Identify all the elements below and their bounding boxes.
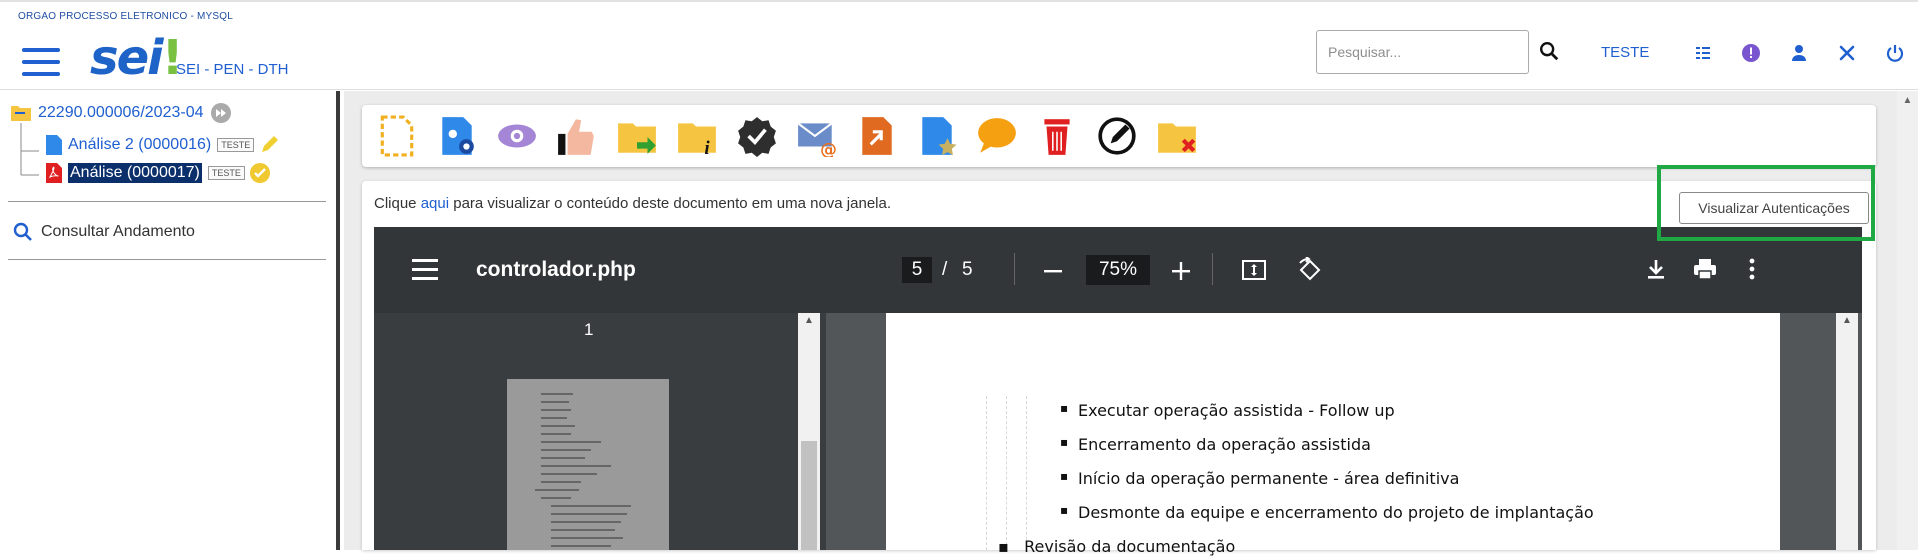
- sei-logo[interactable]: sei!: [90, 30, 183, 86]
- divider: [8, 201, 326, 202]
- document-icon: [46, 135, 62, 155]
- user-icon[interactable]: [1789, 43, 1809, 63]
- search-input[interactable]: [1316, 30, 1529, 74]
- assign-users-icon[interactable]: [436, 115, 478, 157]
- doc-1-badge: TESTE: [217, 138, 255, 152]
- folder-info-icon[interactable]: i: [676, 115, 718, 157]
- power-icon[interactable]: [1885, 43, 1905, 63]
- search-icon: [13, 222, 32, 241]
- unit-label: SEI - PEN - DTH: [176, 61, 289, 78]
- doc-2-label[interactable]: Análise (0000017): [68, 163, 202, 183]
- document-message: Clique aqui para visualizar o conteúdo d…: [374, 195, 891, 212]
- guide-line: [1026, 396, 1027, 550]
- search-icon[interactable]: [1538, 40, 1560, 62]
- header: ORGAO PROCESSO ELETRONICO - MYSQL sei! S…: [0, 2, 1918, 90]
- consult-label[interactable]: Consultar Andamento: [41, 223, 195, 241]
- page-cut-line: ▪ Revisão da documentação: [998, 537, 1236, 556]
- unit-selector[interactable]: TESTE: [1601, 44, 1649, 61]
- page-scrollbar[interactable]: ▲: [1836, 313, 1858, 550]
- msg-prefix: Clique: [374, 195, 421, 212]
- scroll-up-icon[interactable]: ▲: [1836, 315, 1858, 331]
- zoom-out-icon[interactable]: [1042, 260, 1064, 282]
- more-options-icon[interactable]: [1748, 257, 1756, 281]
- rotate-icon[interactable]: [1297, 257, 1323, 283]
- page-separator: /: [942, 259, 948, 280]
- toolbar-divider: [1212, 253, 1213, 285]
- pdf-filename: controlador.php: [476, 258, 636, 281]
- pdf-toolbar: controlador.php 5 / 5 75%: [374, 227, 1862, 313]
- highlight-box: [1657, 165, 1875, 241]
- page-bullet-3: Início da operação permanente - área def…: [1060, 469, 1459, 488]
- window-scrollbar[interactable]: ▲: [1897, 91, 1918, 550]
- alert-icon[interactable]: [1741, 43, 1761, 63]
- open-new-window-link[interactable]: aqui: [421, 195, 449, 212]
- email-icon[interactable]: @: [796, 115, 838, 157]
- guide-line: [1006, 396, 1007, 550]
- tree-process[interactable]: 22290.000006/2023-04: [10, 102, 232, 124]
- move-document-icon[interactable]: [856, 115, 898, 157]
- pencil-icon[interactable]: [258, 134, 280, 156]
- edit-icon[interactable]: [1096, 115, 1138, 157]
- panel-icon[interactable]: [1693, 43, 1713, 63]
- tree-doc-1[interactable]: Análise 2 (0000016) TESTE: [46, 134, 280, 156]
- consult-link[interactable]: Consultar Andamento: [12, 221, 195, 243]
- scroll-up-icon[interactable]: ▲: [798, 315, 820, 331]
- svg-text:@: @: [820, 139, 837, 157]
- fast-forward-icon[interactable]: [210, 102, 232, 124]
- process-number[interactable]: 22290.000006/2023-04: [38, 104, 204, 122]
- tree-doc-2[interactable]: Análise (0000017) TESTE: [46, 162, 271, 184]
- thumbnail-scrollbar[interactable]: ▲: [798, 313, 820, 550]
- pdf-page: Executar operação assistida - Follow up …: [886, 313, 1780, 556]
- msg-suffix: para visualizar o conteúdo deste documen…: [449, 195, 891, 212]
- view-icon[interactable]: [496, 115, 538, 157]
- send-process-icon[interactable]: [616, 115, 658, 157]
- zoom-level[interactable]: 75%: [1086, 255, 1150, 285]
- favorite-document-icon[interactable]: [916, 115, 958, 157]
- new-document-icon[interactable]: [376, 115, 418, 157]
- close-process-icon[interactable]: [1156, 115, 1198, 157]
- page-total: 5: [962, 259, 973, 280]
- svg-text:i: i: [704, 138, 710, 157]
- signed-check-icon[interactable]: [249, 162, 271, 184]
- divider: [8, 259, 326, 260]
- page-number-input[interactable]: 5: [902, 257, 932, 283]
- pdf-menu-icon[interactable]: [412, 259, 438, 281]
- folder-icon: [11, 106, 31, 121]
- download-icon[interactable]: [1644, 257, 1668, 281]
- logo-text: sei: [90, 30, 164, 86]
- sign-icon[interactable]: [736, 115, 778, 157]
- comment-icon[interactable]: [976, 115, 1018, 157]
- zoom-in-icon[interactable]: [1170, 260, 1192, 282]
- thumbnail-page-1[interactable]: [507, 379, 669, 550]
- scrollbar-thumb[interactable]: [801, 441, 817, 550]
- menu-icon[interactable]: [22, 48, 60, 78]
- main-area: i @ Clique aqui para visualizar o conteú…: [344, 91, 1918, 556]
- delete-icon[interactable]: [1036, 115, 1078, 157]
- pdf-icon: [46, 163, 62, 183]
- thumbnail-panel: 1 ▲: [374, 313, 826, 550]
- page-cut-text: Revisão da documentação: [1024, 537, 1236, 556]
- thumbnail-number: 1: [584, 320, 594, 339]
- thumbnail-content: [535, 393, 631, 547]
- org-name: ORGAO PROCESSO ELETRONICO - MYSQL: [18, 11, 233, 22]
- scroll-up-icon[interactable]: ▲: [1897, 95, 1918, 106]
- page-bullet-2: Encerramento da operação assistida: [1060, 435, 1371, 454]
- pdf-viewer: controlador.php 5 / 5 75% 1 ▲ ▪ Executar…: [374, 227, 1862, 556]
- print-icon[interactable]: [1692, 257, 1718, 281]
- page-bullet-1: Executar operação assistida - Follow up: [1060, 401, 1395, 420]
- page-bullet-4: Desmonte da equipe e encerramento do pro…: [1060, 503, 1594, 522]
- action-toolbar: i @: [362, 105, 1876, 167]
- process-tree: 22290.000006/2023-04 Análise 2 (0000016)…: [0, 91, 340, 550]
- doc-1-label[interactable]: Análise 2 (0000016): [68, 136, 211, 154]
- doc-2-badge: TESTE: [207, 166, 245, 180]
- toolbar-divider: [1014, 253, 1015, 285]
- thumbs-up-icon[interactable]: [556, 115, 598, 157]
- guide-line: [986, 396, 987, 550]
- tools-icon[interactable]: [1837, 43, 1857, 63]
- fit-page-icon[interactable]: [1241, 258, 1267, 282]
